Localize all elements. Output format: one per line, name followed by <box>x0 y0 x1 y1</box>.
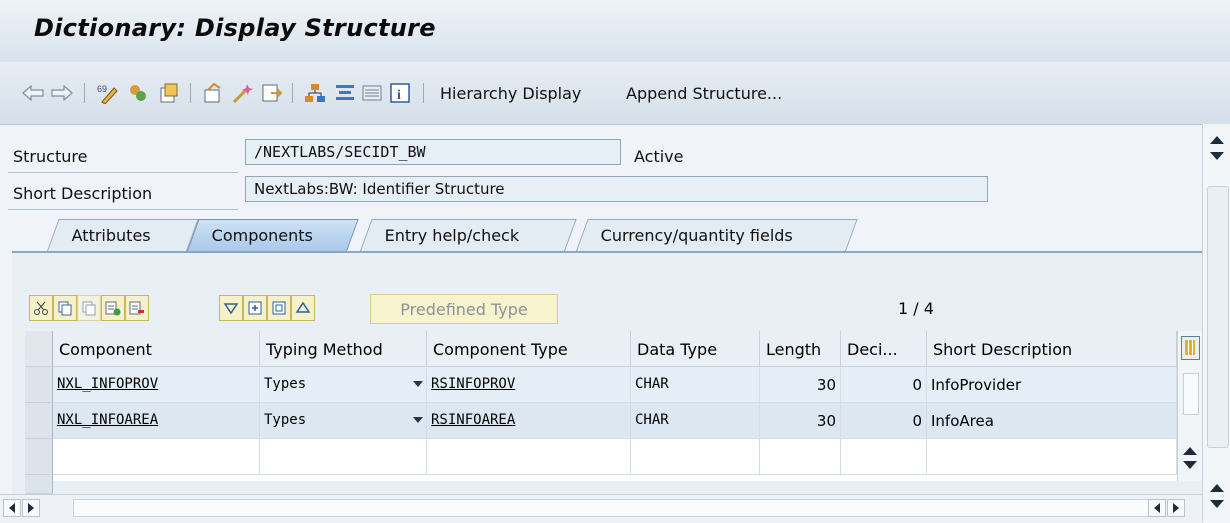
row-selector[interactable] <box>25 475 53 494</box>
empty-cell[interactable] <box>427 439 631 475</box>
tab-currency-quantity-fields[interactable]: Currency/quantity fields <box>576 219 858 251</box>
info-icon[interactable]: i <box>388 81 412 105</box>
append-structure-button[interactable]: Append Structure... <box>626 84 782 103</box>
col-header-short-description[interactable]: Short Description <box>927 331 1177 367</box>
short-description-cell[interactable]: InfoArea <box>927 403 1177 439</box>
technical-settings-icon[interactable] <box>333 81 357 105</box>
forward-arrow-icon[interactable] <box>50 81 74 105</box>
short-description-label: Short Description <box>13 184 153 203</box>
chevron-down-icon <box>413 417 423 423</box>
short-description-cell[interactable]: InfoProvider <box>927 367 1177 403</box>
page-indicator: 1 / 4 <box>898 299 934 318</box>
scroll-left-icon[interactable] <box>3 499 21 517</box>
where-used-icon[interactable] <box>231 81 255 105</box>
paste-icon[interactable] <box>77 295 101 321</box>
select-all-rows[interactable] <box>25 331 53 367</box>
activate-icon[interactable] <box>157 81 181 105</box>
col-header-data-type[interactable]: Data Type <box>631 331 760 367</box>
empty-cell[interactable] <box>760 439 841 475</box>
empty-cell[interactable] <box>260 439 427 475</box>
short-description-field[interactable]: NextLabs:BW: Identifier Structure <box>245 176 988 202</box>
hierarchy-icon[interactable] <box>303 81 327 105</box>
col-header-decimals[interactable]: Deci... <box>841 331 927 367</box>
empty-cell[interactable] <box>53 439 260 475</box>
structure-field[interactable]: /NEXTLABS/SECIDT_BW <box>245 139 621 165</box>
insert-row-icon[interactable] <box>101 295 125 321</box>
scrollbar-thumb[interactable] <box>1207 186 1229 448</box>
scroll-up-icon[interactable] <box>1210 136 1224 144</box>
svg-text:69: 69 <box>97 84 107 94</box>
scroll-up-icon[interactable] <box>1183 447 1197 455</box>
horizontal-scrollbar[interactable] <box>0 494 1202 523</box>
cut-icon[interactable] <box>29 295 53 321</box>
decimals-cell[interactable]: 0 <box>841 367 927 403</box>
scroll-right-icon[interactable] <box>22 499 40 517</box>
deselect-all-icon[interactable] <box>267 295 291 321</box>
tab-entry-help-check[interactable]: Entry help/check <box>360 219 577 251</box>
application-toolbar: 69 i Hierarchy Display Append Structure.… <box>0 62 1230 125</box>
empty-cell[interactable] <box>927 439 1177 475</box>
length-cell[interactable]: 30 <box>760 403 841 439</box>
scroll-down-icon[interactable] <box>1210 500 1224 508</box>
scroll-up-icon[interactable] <box>1210 484 1224 492</box>
page-title: Dictionary: Display Structure <box>34 14 436 42</box>
back-arrow-icon[interactable] <box>21 81 45 105</box>
table-row[interactable]: NXL_INFOPROV <box>53 367 260 403</box>
table-row[interactable]: NXL_INFOAREA <box>53 403 260 439</box>
row-selector[interactable] <box>25 439 53 475</box>
check-icon[interactable] <box>201 81 225 105</box>
structure-label: Structure <box>13 147 88 166</box>
column-config-icon[interactable] <box>1181 336 1200 360</box>
col-header-component[interactable]: Component <box>53 331 260 367</box>
empty-cell[interactable] <box>841 439 927 475</box>
data-type-cell[interactable]: CHAR <box>631 367 760 403</box>
navigation-window-icon[interactable] <box>360 81 384 105</box>
predefined-type-button[interactable]: Predefined Type <box>370 294 558 324</box>
table-vertical-scrollbar[interactable] <box>1177 331 1202 481</box>
hierarchy-display-button[interactable]: Hierarchy Display <box>440 84 581 103</box>
other-object-icon[interactable]: 69 <box>95 81 119 105</box>
scroll-down-icon[interactable] <box>1183 461 1197 469</box>
delete-row-icon[interactable] <box>125 295 149 321</box>
empty-cell[interactable] <box>631 439 760 475</box>
scroll-left-icon[interactable] <box>1148 499 1166 517</box>
display-change-icon[interactable] <box>126 81 150 105</box>
select-all-icon[interactable] <box>243 295 267 321</box>
col-header-component-type[interactable]: Component Type <box>427 331 631 367</box>
chevron-down-icon <box>413 381 423 387</box>
scroll-right-icon[interactable] <box>1167 499 1185 517</box>
row-selector[interactable] <box>25 403 53 439</box>
col-header-typing-method[interactable]: Typing Method <box>260 331 427 367</box>
typing-method-select[interactable]: Types <box>260 367 427 403</box>
component-type-cell[interactable]: RSINFOPROV <box>427 367 631 403</box>
tab-components[interactable]: Components <box>187 219 359 251</box>
vertical-scrollbar[interactable] <box>1202 124 1230 522</box>
data-type-cell[interactable]: CHAR <box>631 403 760 439</box>
status-text: Active <box>634 147 684 166</box>
expand-down-icon[interactable] <box>219 295 243 321</box>
col-header-length[interactable]: Length <box>760 331 841 367</box>
typing-method-select[interactable]: Types <box>260 403 427 439</box>
component-type-cell[interactable]: RSINFOAREA <box>427 403 631 439</box>
row-selector[interactable] <box>25 367 53 403</box>
copy-icon[interactable] <box>53 295 77 321</box>
title-bar: Dictionary: Display Structure <box>0 0 1230 62</box>
scrollbar-thumb[interactable] <box>73 499 1165 517</box>
svg-text:i: i <box>397 88 401 103</box>
tab-attributes[interactable]: Attributes <box>47 219 199 251</box>
scroll-down-icon[interactable] <box>1210 152 1224 160</box>
collapse-up-icon[interactable] <box>291 295 315 321</box>
length-cell[interactable]: 30 <box>760 367 841 403</box>
decimals-cell[interactable]: 0 <box>841 403 927 439</box>
object-list-icon[interactable] <box>260 81 284 105</box>
